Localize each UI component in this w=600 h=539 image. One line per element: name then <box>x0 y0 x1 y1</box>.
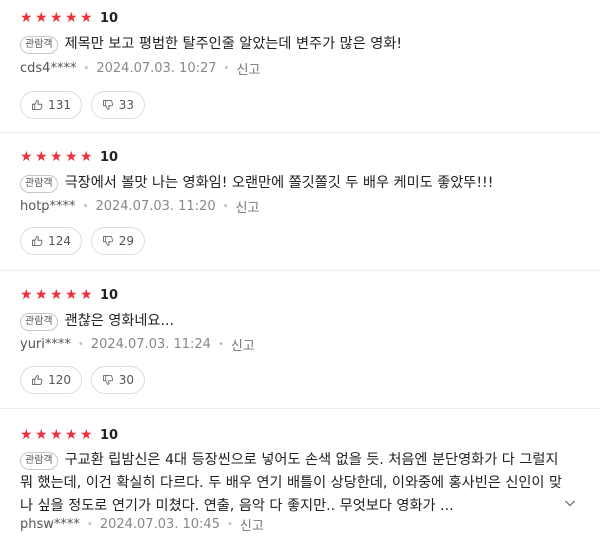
review-meta: yuri**** • 2024.07.03. 11:24 • 신고 <box>20 334 255 354</box>
rating: ★ ★ ★ ★ ★ 10 <box>20 8 118 28</box>
rating: ★ ★ ★ ★ ★ 10 <box>20 147 118 167</box>
separator: • <box>77 338 84 350</box>
reaction-buttons: 124 29 <box>20 227 145 255</box>
star-rating: ★ ★ ★ ★ ★ <box>20 150 94 164</box>
star-icon: ★ <box>50 149 63 165</box>
star-icon: ★ <box>80 149 93 165</box>
report-link[interactable]: 신고 <box>240 515 264 534</box>
like-count: 124 <box>48 234 71 248</box>
thumbs-down-icon <box>103 375 114 385</box>
star-icon: ★ <box>20 287 33 303</box>
separator: • <box>223 62 230 74</box>
thumbs-down-icon <box>103 100 114 110</box>
review-comment: 관람객 극장에서 볼맛 나는 영화임! 오랜만에 쫄깃쫄깃 두 배우 케미도 좋았… <box>20 172 582 195</box>
separator: • <box>222 200 229 212</box>
username: yuri**** <box>20 336 71 352</box>
like-button[interactable]: 124 <box>20 227 82 255</box>
star-icon: ★ <box>35 149 48 165</box>
star-rating: ★ ★ ★ ★ ★ <box>20 11 94 25</box>
star-icon: ★ <box>20 149 33 165</box>
dislike-count: 30 <box>118 373 134 387</box>
review-date: 2024.07.03. 10:45 <box>99 516 220 532</box>
review-comment: 관람객 제목만 보고 평범한 탈주인줄 알았는데 변주가 많은 영화! <box>20 33 582 56</box>
dislike-button[interactable]: 33 <box>91 91 145 119</box>
star-icon: ★ <box>80 10 93 26</box>
star-icon: ★ <box>20 10 33 26</box>
star-icon: ★ <box>65 287 78 303</box>
review-item: ★ ★ ★ ★ ★ 10 관람객 괜찮은 영화네요... yuri**** • 2024.… <box>0 270 600 409</box>
dislike-button[interactable]: 30 <box>91 366 145 394</box>
dislike-button[interactable]: 29 <box>91 227 145 255</box>
report-link[interactable]: 신고 <box>231 335 255 354</box>
username: phsw**** <box>20 516 80 532</box>
rating-score: 10 <box>100 149 119 165</box>
rating-score: 10 <box>100 427 119 443</box>
star-icon: ★ <box>50 287 63 303</box>
like-count: 120 <box>48 373 71 387</box>
rating-score: 10 <box>100 287 119 303</box>
review-text: 극장에서 볼맛 나는 영화임! 오랜만에 쫄깃쫄깃 두 배우 케미도 좋았뚜!!… <box>64 175 494 191</box>
star-icon: ★ <box>20 427 33 443</box>
report-link[interactable]: 신고 <box>236 197 260 216</box>
thumbs-up-icon <box>32 236 43 246</box>
star-icon: ★ <box>35 427 48 443</box>
separator: • <box>83 62 90 74</box>
star-icon: ★ <box>35 287 48 303</box>
star-rating: ★ ★ ★ ★ ★ <box>20 428 94 442</box>
star-icon: ★ <box>80 287 93 303</box>
review-comment: 관람객 구교환 립밤신은 4대 등장씬으로 넣어도 손색 없을 듯. 처음엔 분단… <box>20 449 564 518</box>
star-icon: ★ <box>65 149 78 165</box>
star-icon: ★ <box>50 10 63 26</box>
review-date: 2024.07.03. 11:24 <box>90 336 211 352</box>
separator: • <box>217 338 224 350</box>
dislike-count: 33 <box>118 98 134 112</box>
reaction-buttons: 131 33 <box>20 91 145 119</box>
viewer-badge: 관람객 <box>20 452 58 470</box>
review-meta: hotp**** • 2024.07.03. 11:20 • 신고 <box>20 196 259 216</box>
like-button[interactable]: 131 <box>20 91 82 119</box>
reaction-buttons: 120 30 <box>20 366 145 394</box>
review-meta: cds4**** • 2024.07.03. 10:27 • 신고 <box>20 58 260 78</box>
review-date: 2024.07.03. 10:27 <box>96 60 217 76</box>
review-text: 괜찮은 영화네요... <box>64 313 175 329</box>
review-text: 제목만 보고 평범한 탈주인줄 알았는데 변주가 많은 영화! <box>64 36 403 52</box>
viewer-badge: 관람객 <box>20 36 58 54</box>
review-text: 구교환 립밤신은 4대 등장씬으로 넣어도 손색 없을 듯. 처음엔 분단영화가… <box>20 452 563 514</box>
star-icon: ★ <box>65 427 78 443</box>
dislike-count: 29 <box>118 234 134 248</box>
thumbs-up-icon <box>32 100 43 110</box>
thumbs-down-icon <box>103 236 114 246</box>
separator: • <box>82 200 89 212</box>
star-icon: ★ <box>35 10 48 26</box>
separator: • <box>226 518 233 530</box>
thumbs-up-icon <box>32 375 43 385</box>
rating-score: 10 <box>100 10 119 26</box>
viewer-badge: 관람객 <box>20 313 58 331</box>
star-icon: ★ <box>80 427 93 443</box>
review-item: ★ ★ ★ ★ ★ 10 관람객 극장에서 볼맛 나는 영화임! 오랜만에 쫄깃쫄깃 두 … <box>0 132 600 271</box>
star-icon: ★ <box>65 10 78 26</box>
star-icon: ★ <box>50 427 63 443</box>
review-date: 2024.07.03. 11:20 <box>95 198 216 214</box>
report-link[interactable]: 신고 <box>236 59 260 78</box>
rating: ★ ★ ★ ★ ★ 10 <box>20 285 118 305</box>
review-item: ★ ★ ★ ★ ★ 10 관람객 구교환 립밤신은 4대 등장씬으로 넣어도 손색 없을 … <box>0 408 600 539</box>
review-comment: 관람객 괜찮은 영화네요... <box>20 310 582 333</box>
chevron-down-icon[interactable] <box>564 497 576 509</box>
like-count: 131 <box>48 98 71 112</box>
review-item: ★ ★ ★ ★ ★ 10 관람객 제목만 보고 평범한 탈주인줄 알았는데 변주가 많은 … <box>0 0 600 133</box>
review-meta: phsw**** • 2024.07.03. 10:45 • 신고 <box>20 514 264 534</box>
rating: ★ ★ ★ ★ ★ 10 <box>20 425 118 445</box>
separator: • <box>86 518 93 530</box>
viewer-badge: 관람객 <box>20 175 58 193</box>
like-button[interactable]: 120 <box>20 366 82 394</box>
username: hotp**** <box>20 198 76 214</box>
username: cds4**** <box>20 60 77 76</box>
star-rating: ★ ★ ★ ★ ★ <box>20 288 94 302</box>
